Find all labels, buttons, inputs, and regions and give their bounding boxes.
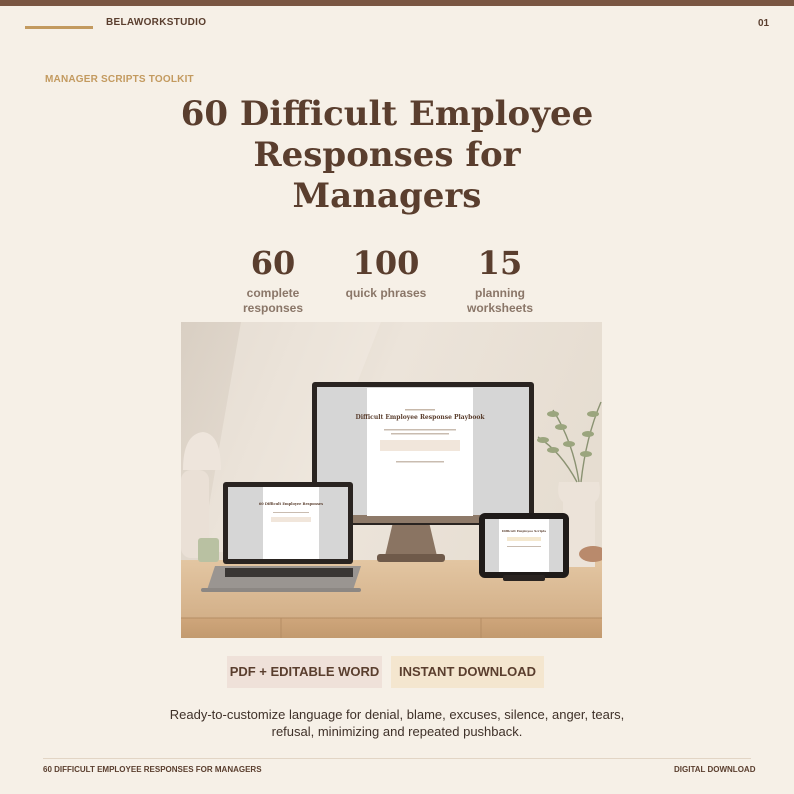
stat-number: 15 [477,244,523,282]
page-title: 60 Difficult Employee Responses for Mana… [150,94,624,217]
monitor-doc-title: Difficult Employee Response Playbook [356,414,486,421]
stat-label: complete responses [242,286,304,315]
title-line: Responses for [253,135,521,175]
stat-phrases: 100 quick phrases [326,244,446,301]
top-bar [0,0,794,6]
title-line: Managers [292,176,482,216]
stat-number: 100 [352,244,420,282]
footer-divider [43,758,751,759]
stat-worksheets: 15 planning worksheets [440,244,560,316]
laptop-doc-title: 60 Difficult Employee Responses [259,502,323,506]
device-mockup-photo: Difficult Employee Response Playbook 60 … [181,322,602,638]
product-description: Ready-to-customize language for denial, … [169,707,625,739]
brand-accent-line [25,26,93,29]
footer-label: DIGITAL DOWNLOAD [674,765,756,774]
stat-responses: 60 complete responses [213,244,333,316]
stat-number: 60 [250,244,296,282]
page-number: 01 [758,18,770,29]
stat-label: planning worksheets [466,286,534,315]
title-line: 60 Difficult Employee [180,94,594,134]
footer-title: 60 DIFFICULT EMPLOYEE RESPONSES FOR MANA… [43,765,262,774]
stat-label: quick phrases [345,286,427,300]
delivery-badge: INSTANT DOWNLOAD [391,656,544,688]
brand-name: BELAWORKSTUDIO [106,17,207,28]
tablet-doc-title: Difficult Employee Scripts [502,529,546,533]
kicker-label: MANAGER SCRIPTS TOOLKIT [45,74,194,85]
format-badge: PDF + EDITABLE WORD [227,656,382,688]
